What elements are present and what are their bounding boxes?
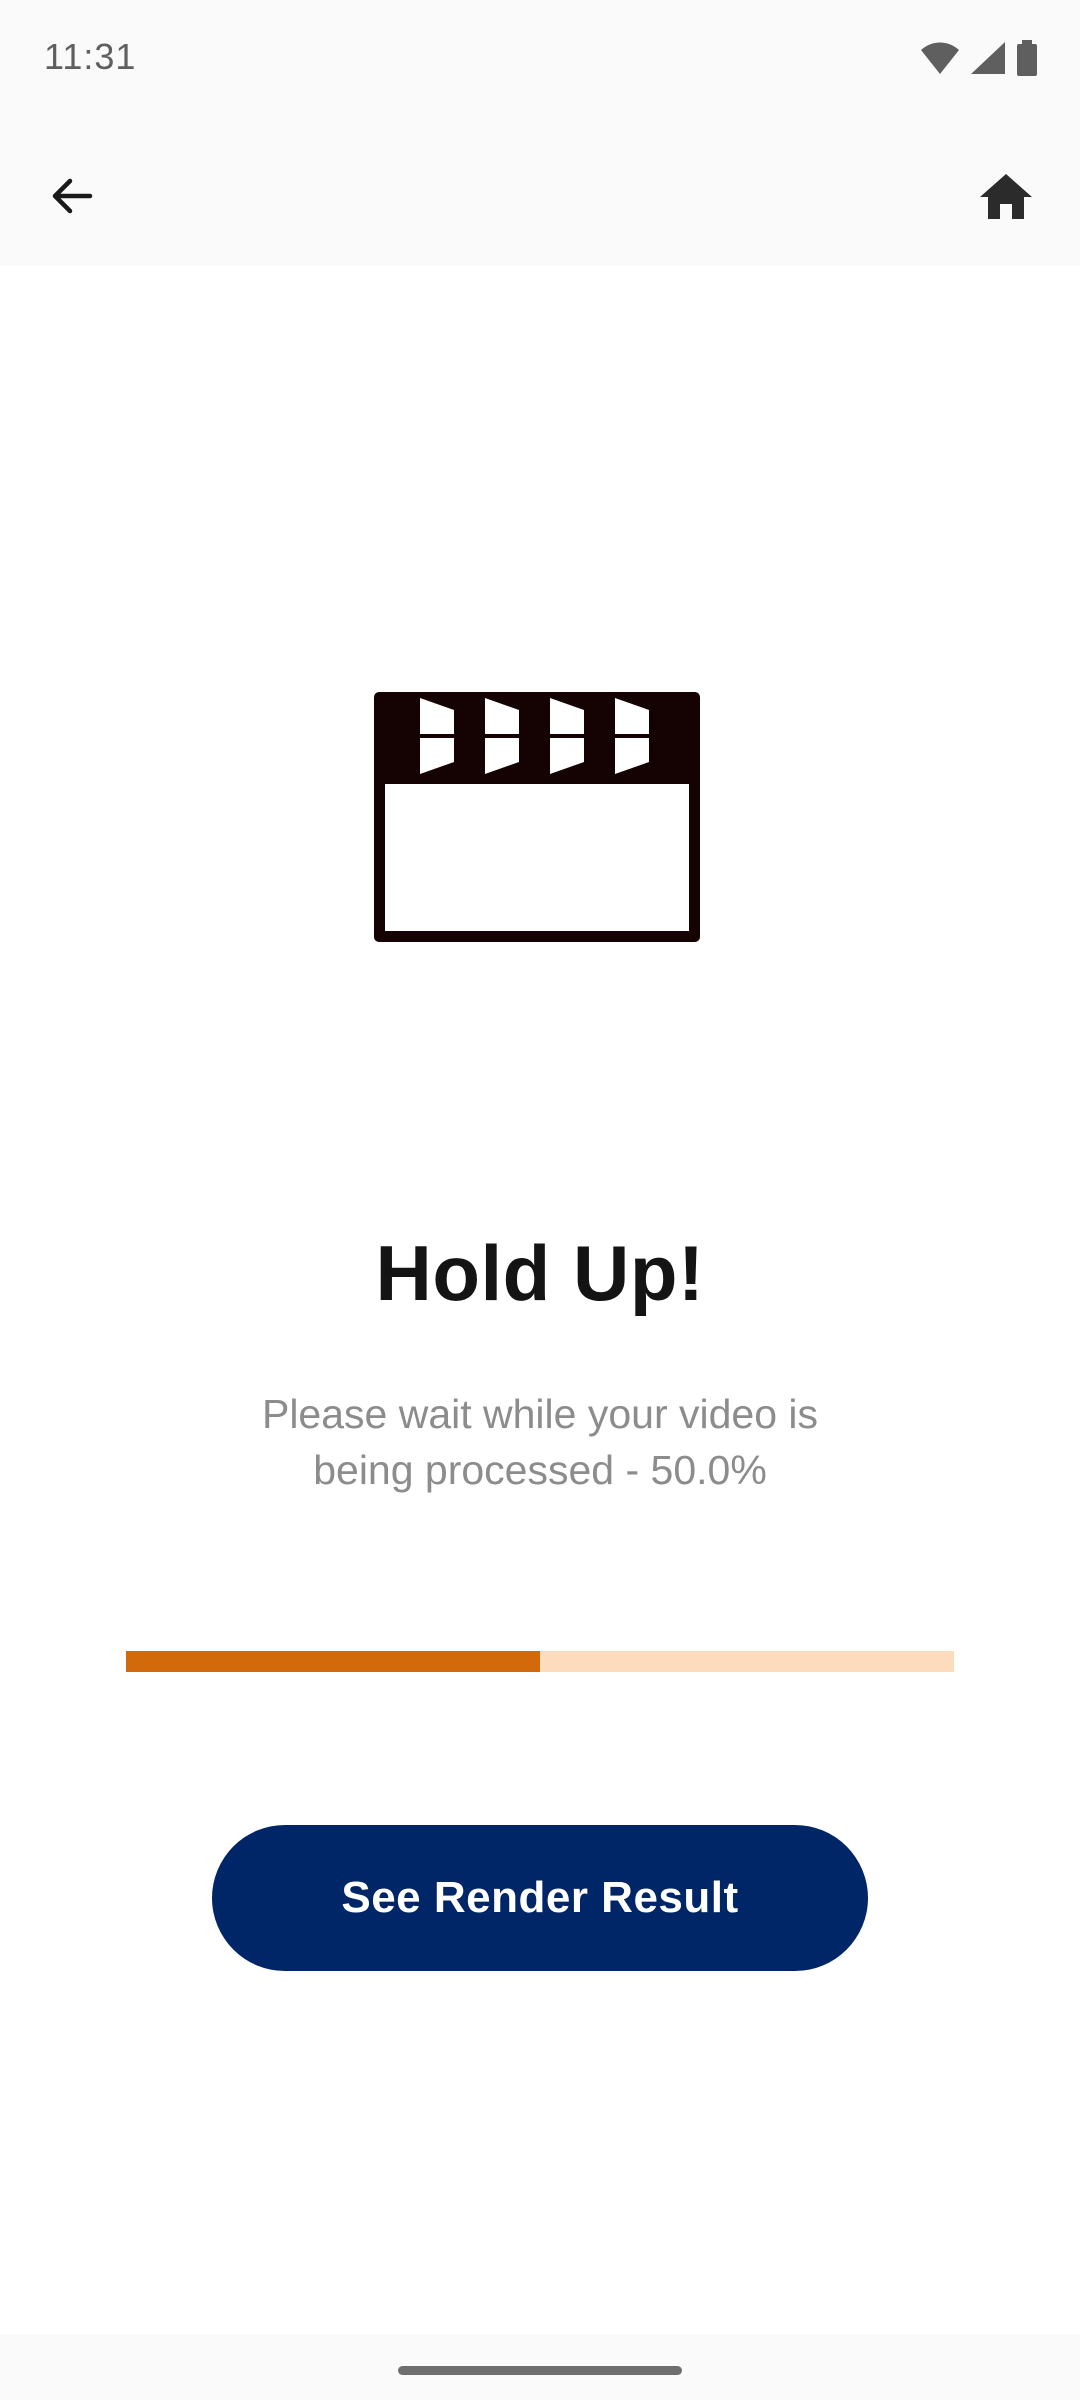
gesture-handle[interactable] <box>398 2366 682 2375</box>
status-time: 11:31 <box>44 36 137 77</box>
back-button[interactable] <box>36 160 108 232</box>
home-icon <box>980 174 1032 219</box>
arrow-left-icon <box>52 178 93 214</box>
home-button[interactable] <box>968 158 1044 234</box>
navigation-bar <box>0 2334 1080 2400</box>
battery-icon <box>1017 40 1037 76</box>
clapperboard-icon <box>374 692 700 942</box>
wifi-icon <box>921 42 959 74</box>
see-render-result-label: See Render Result <box>341 1873 739 1922</box>
render-progress-screen: 11:31 Hold Up! Please wait while your vi… <box>0 0 1080 2400</box>
progress-bar-fill <box>126 1651 540 1672</box>
processing-message-line-1: Please wait while your video is <box>261 1391 819 1437</box>
cell-signal-icon <box>971 42 1005 74</box>
app-bar <box>0 118 1080 266</box>
status-icons <box>920 40 1038 76</box>
status-bar: 11:31 <box>0 0 1080 118</box>
processing-message: Please wait while your video is being pr… <box>190 1386 890 1498</box>
processing-message-line-2: being processed - 50.0% <box>313 1447 767 1493</box>
progress-bar <box>126 1651 954 1672</box>
page-title: Hold Up! <box>375 1229 705 1317</box>
see-render-result-button[interactable]: See Render Result <box>212 1825 868 1971</box>
